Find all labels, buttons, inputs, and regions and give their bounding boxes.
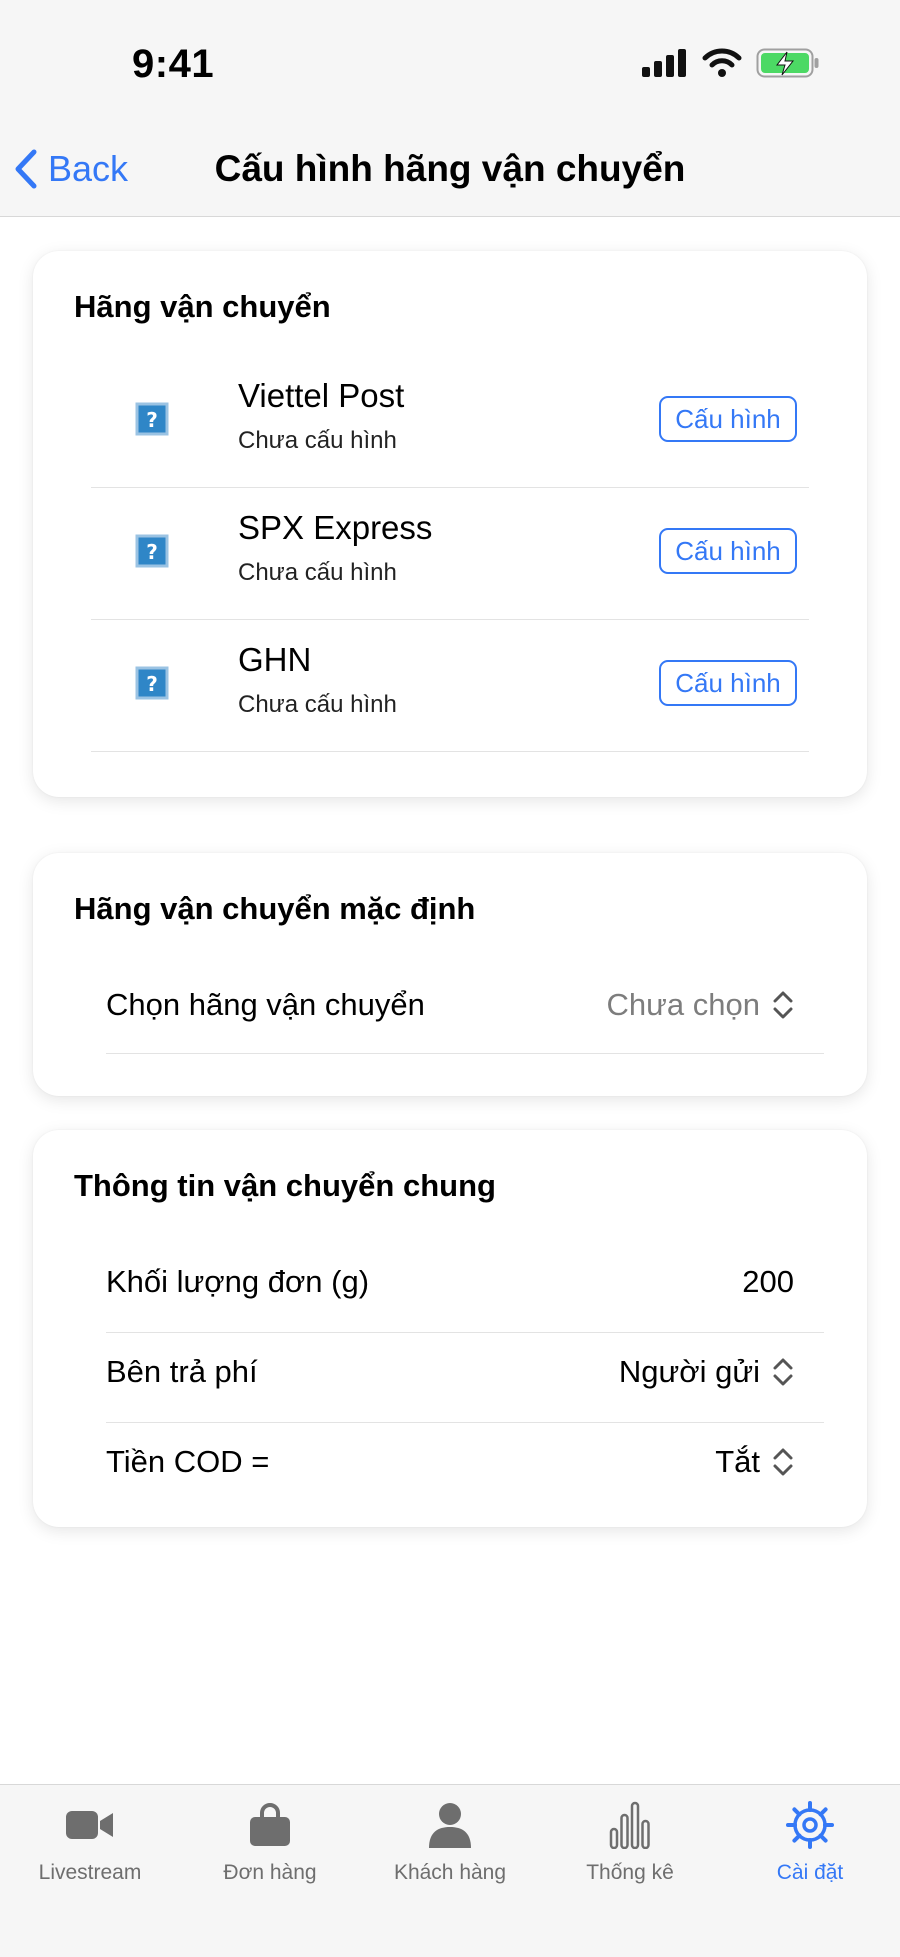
top-bar: 9:41 Back Cấu hình hãng vận chuyển	[0, 0, 900, 217]
carrier-row-viettel-post: ? Viettel Post Chưa cấu hình Cấu hình	[91, 355, 809, 488]
cod-picker[interactable]: Tiền COD = Tắt	[106, 1422, 824, 1512]
carrier-name: SPX Express	[238, 509, 433, 546]
configure-ghn-button[interactable]: Cấu hình	[659, 660, 797, 706]
tab-customers[interactable]: Khách hàng	[360, 1785, 540, 1895]
fee-payer-label: Bên trả phí	[106, 1354, 258, 1389]
person-icon	[429, 1803, 471, 1848]
general-info-card: Thông tin vận chuyển chung Khối lượng đơ…	[33, 1130, 867, 1527]
status-time: 9:41	[132, 42, 215, 86]
carrier-name: GHN	[238, 641, 312, 678]
wifi-icon	[702, 48, 742, 77]
tab-label: Livestream	[38, 1861, 142, 1884]
carrier-status: Chưa cấu hình	[238, 559, 397, 586]
carrier-status: Chưa cấu hình	[238, 691, 397, 718]
back-label: Back	[48, 148, 129, 189]
shopping-bag-icon	[250, 1803, 290, 1846]
carriers-section-title: Hãng vận chuyển	[74, 289, 331, 324]
tab-orders[interactable]: Đơn hàng	[180, 1785, 360, 1895]
svg-text:?: ?	[146, 672, 158, 696]
battery-charging-icon	[756, 48, 819, 78]
default-carrier-label: Chọn hãng vận chuyển	[106, 987, 425, 1022]
chevron-left-icon	[15, 149, 37, 189]
tab-settings[interactable]: Cài đặt	[720, 1785, 900, 1895]
broken-image-icon: ?	[135, 402, 169, 436]
fee-payer-value: Người gửi	[618, 1354, 760, 1389]
default-section-title: Hãng vận chuyển mặc định	[74, 891, 476, 926]
carriers-card: Hãng vận chuyển ? Viettel Post Chưa cấu …	[33, 251, 867, 797]
tab-label: Cài đặt	[776, 1861, 844, 1884]
video-camera-icon	[66, 1811, 113, 1839]
weight-row[interactable]: Khối lượng đơn (g) 200	[106, 1242, 824, 1333]
cod-label: Tiền COD =	[106, 1444, 270, 1479]
carrier-row-spx-express: ? SPX Express Chưa cấu hình Cấu hình	[91, 487, 809, 620]
tab-statistics[interactable]: Thống kê	[540, 1785, 720, 1895]
default-carrier-card: Hãng vận chuyển mặc định Chọn hãng vận c…	[33, 853, 867, 1096]
chevron-up-down-icon	[773, 1448, 793, 1476]
carrier-row-ghn: ? GHN Chưa cấu hình Cấu hình	[91, 619, 809, 752]
weight-label: Khối lượng đơn (g)	[106, 1264, 370, 1299]
page-title: Cấu hình hãng vận chuyển	[214, 148, 686, 189]
carrier-name: Viettel Post	[238, 377, 405, 414]
fee-payer-picker[interactable]: Bên trả phí Người gửi	[106, 1332, 824, 1423]
cellular-signal-icon	[642, 49, 686, 77]
general-section-title: Thông tin vận chuyển chung	[74, 1168, 496, 1203]
cod-value: Tắt	[715, 1444, 760, 1479]
svg-text:?: ?	[146, 408, 158, 432]
back-button[interactable]: Back	[14, 148, 128, 190]
carrier-status: Chưa cấu hình	[238, 427, 397, 454]
weight-value: 200	[742, 1264, 794, 1299]
tab-label: Khách hàng	[393, 1861, 507, 1884]
default-carrier-value: Chưa chọn	[606, 987, 760, 1022]
svg-text:?: ?	[146, 540, 158, 564]
configure-spx-express-button[interactable]: Cấu hình	[659, 528, 797, 574]
chevron-up-down-icon	[773, 1358, 793, 1386]
configure-viettel-post-button[interactable]: Cấu hình	[659, 396, 797, 442]
bar-chart-icon	[609, 1801, 650, 1849]
chevron-up-down-icon	[773, 991, 793, 1019]
status-icons	[642, 48, 820, 78]
tab-label: Thống kê	[586, 1861, 674, 1884]
tab-bar: Livestream Đơn hàng Khách hàng Thống kê …	[0, 1784, 900, 1957]
tab-livestream[interactable]: Livestream	[0, 1785, 180, 1895]
broken-image-icon: ?	[135, 534, 169, 568]
broken-image-icon: ?	[135, 666, 169, 700]
tab-label: Đơn hàng	[223, 1861, 317, 1884]
default-carrier-picker[interactable]: Chọn hãng vận chuyển Chưa chọn	[106, 965, 824, 1054]
gear-icon	[786, 1801, 834, 1849]
